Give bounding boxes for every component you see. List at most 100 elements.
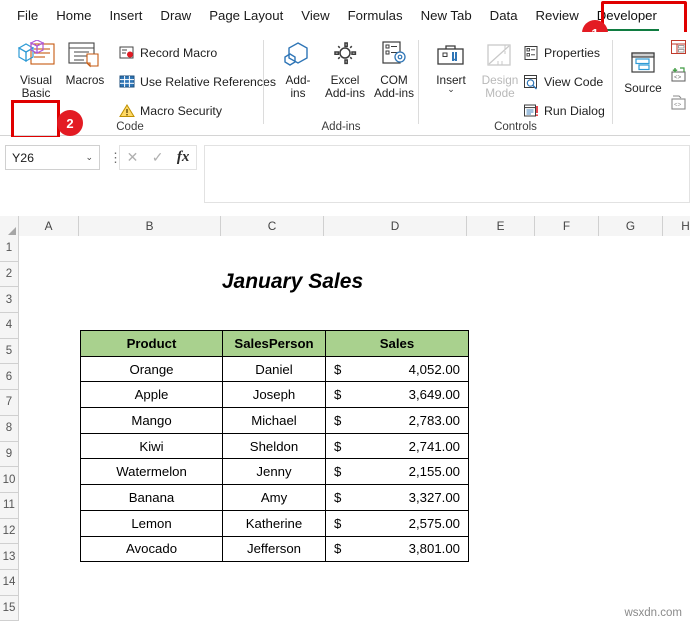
row-header-13[interactable]: 13 — [0, 544, 19, 570]
macro-security-button[interactable]: Macro Security — [118, 100, 222, 121]
visual-basic-button[interactable]: Visual Basic — [9, 38, 63, 100]
table-row: Lemon Katherine $2,575.00 — [80, 509, 469, 537]
cell-product[interactable]: Orange — [80, 355, 223, 383]
row-header-6[interactable]: 6 — [0, 364, 19, 391]
cell-sales[interactable]: $2,575.00 — [325, 509, 469, 537]
ribbon-tab-page-layout[interactable]: Page Layout — [200, 5, 292, 27]
row-header-11[interactable]: 11 — [0, 492, 19, 519]
cell-sales[interactable]: $4,052.00 — [325, 355, 469, 383]
ribbon-tab-file[interactable]: File — [8, 5, 47, 27]
row-header-label: 8 — [5, 422, 13, 435]
cell-product[interactable]: Avocado — [80, 535, 223, 563]
ribbon-tab-insert[interactable]: Insert — [100, 5, 151, 27]
row-header-10[interactable]: 10 — [0, 467, 19, 493]
cell-sales[interactable]: $2,783.00 — [325, 407, 469, 434]
cell-sales[interactable]: $2,155.00 — [325, 458, 469, 486]
sheet-area[interactable]: January Sales Product SalesPerson Sales … — [20, 237, 690, 624]
sales-amount: 3,327.00 — [408, 489, 460, 505]
row-header-12[interactable]: 12 — [0, 518, 19, 545]
row-header-5[interactable]: 5 — [0, 338, 19, 365]
map-properties-button[interactable] — [670, 37, 687, 58]
chevron-down-icon[interactable]: ⌄ — [85, 152, 93, 163]
ribbon-tab-label: Review — [535, 8, 579, 23]
cell-product[interactable]: Watermelon — [80, 458, 223, 486]
sales-amount: 2,575.00 — [408, 515, 460, 531]
ribbon-group-addins: Add- ins Excel Add-ins COM Add-ins Add-i… — [264, 32, 418, 136]
cell-sales[interactable]: $3,801.00 — [325, 535, 469, 563]
row-header-1[interactable]: 1 — [0, 236, 19, 262]
com-add-ins-button[interactable]: COM Add-ins — [367, 38, 421, 100]
ribbon-tab-label: View — [301, 8, 330, 23]
macros-label: Macros — [65, 73, 105, 87]
row-header-2[interactable]: 2 — [0, 261, 19, 288]
cell-product[interactable]: Lemon — [80, 509, 223, 537]
column-header-C[interactable]: C — [221, 216, 324, 236]
use-relative-references-button[interactable]: Use Relative References — [118, 71, 276, 92]
ribbon-tab-label: New Tab — [420, 8, 472, 23]
properties-button[interactable]: Properties — [522, 42, 600, 63]
com-add-ins-icon — [377, 38, 411, 72]
cell-product[interactable]: Apple — [80, 381, 223, 409]
cell-salesperson[interactable]: Michael — [222, 407, 326, 434]
ribbon-tab-data[interactable]: Data — [481, 5, 527, 27]
cell-salesperson[interactable]: Sheldon — [222, 432, 326, 460]
column-header-G[interactable]: G — [599, 216, 663, 236]
expansion-packs-icon: <> — [670, 67, 687, 84]
add-ins-button[interactable]: Add- ins — [271, 38, 325, 100]
cancel-x-icon[interactable]: ✕ — [127, 149, 139, 166]
column-header-D[interactable]: D — [324, 216, 467, 236]
expansion-packs-button[interactable]: <> — [670, 65, 687, 86]
cell-salesperson[interactable]: Jenny — [222, 458, 326, 486]
row-header-8[interactable]: 8 — [0, 415, 19, 442]
ribbon-group-controls: Insert ⌄ Design Mode Properties View Cod… — [419, 32, 612, 136]
cell-product[interactable]: Mango — [80, 407, 223, 434]
cell-product[interactable]: Banana — [80, 484, 223, 511]
ribbon-tab-review[interactable]: Review — [527, 5, 588, 27]
column-header-F[interactable]: F — [535, 216, 599, 236]
insert-control-button[interactable]: Insert ⌄ — [424, 38, 478, 94]
cell-salesperson[interactable]: Katherine — [222, 509, 326, 537]
row-header-4[interactable]: 4 — [0, 313, 19, 339]
cell-product[interactable]: Kiwi — [80, 432, 223, 460]
column-header-E[interactable]: E — [467, 216, 535, 236]
ribbon-tab-new-tab[interactable]: New Tab — [412, 5, 481, 27]
row-header-3[interactable]: 3 — [0, 287, 19, 314]
cell-salesperson[interactable]: Jefferson — [222, 535, 326, 563]
run-dialog-button[interactable]: Run Dialog — [522, 100, 605, 121]
excel-add-ins-button[interactable]: Excel Add-ins — [318, 38, 372, 100]
ribbon-tab-draw[interactable]: Draw — [151, 5, 200, 27]
sales-amount: 2,741.00 — [408, 438, 460, 454]
xml-source-button[interactable]: Source — [616, 46, 670, 95]
cell-sales[interactable]: $3,649.00 — [325, 381, 469, 409]
cell-salesperson[interactable]: Daniel — [222, 355, 326, 383]
enter-check-icon[interactable]: ✓ — [152, 149, 164, 166]
view-code-button[interactable]: View Code — [522, 71, 603, 92]
ribbon-tab-home[interactable]: Home — [47, 5, 100, 27]
select-all-corner[interactable] — [0, 216, 19, 236]
column-header-H[interactable]: H — [663, 216, 690, 236]
column-header-A[interactable]: A — [19, 216, 79, 236]
cell-sales[interactable]: $2,741.00 — [325, 432, 469, 460]
watermark: wsxdn.com — [624, 607, 682, 619]
row-header-label: 2 — [5, 268, 13, 281]
refresh-data-button[interactable]: <> — [670, 93, 687, 114]
name-box[interactable]: Y26 ⌄ — [5, 145, 100, 170]
formula-input[interactable] — [204, 145, 690, 203]
macros-button[interactable]: Macros — [56, 38, 114, 87]
header-salesperson: SalesPerson — [222, 330, 326, 357]
properties-icon — [522, 44, 539, 61]
table-row: Watermelon Jenny $2,155.00 — [80, 458, 469, 486]
cell-salesperson[interactable]: Joseph — [222, 381, 326, 409]
column-header-B[interactable]: B — [79, 216, 221, 236]
row-header-14[interactable]: 14 — [0, 569, 19, 596]
row-header-15[interactable]: 15 — [0, 595, 19, 622]
row-header-7[interactable]: 7 — [0, 390, 19, 416]
insert-function-fx-icon[interactable]: fx — [177, 149, 190, 166]
cell-sales[interactable]: $3,327.00 — [325, 484, 469, 511]
ribbon-tab-view[interactable]: View — [292, 5, 338, 27]
sales-amount: 2,783.00 — [408, 412, 460, 428]
row-header-9[interactable]: 9 — [0, 441, 19, 468]
cell-salesperson[interactable]: Amy — [222, 484, 326, 511]
record-macro-button[interactable]: Record Macro — [118, 42, 217, 63]
ribbon-tab-formulas[interactable]: Formulas — [339, 5, 412, 27]
